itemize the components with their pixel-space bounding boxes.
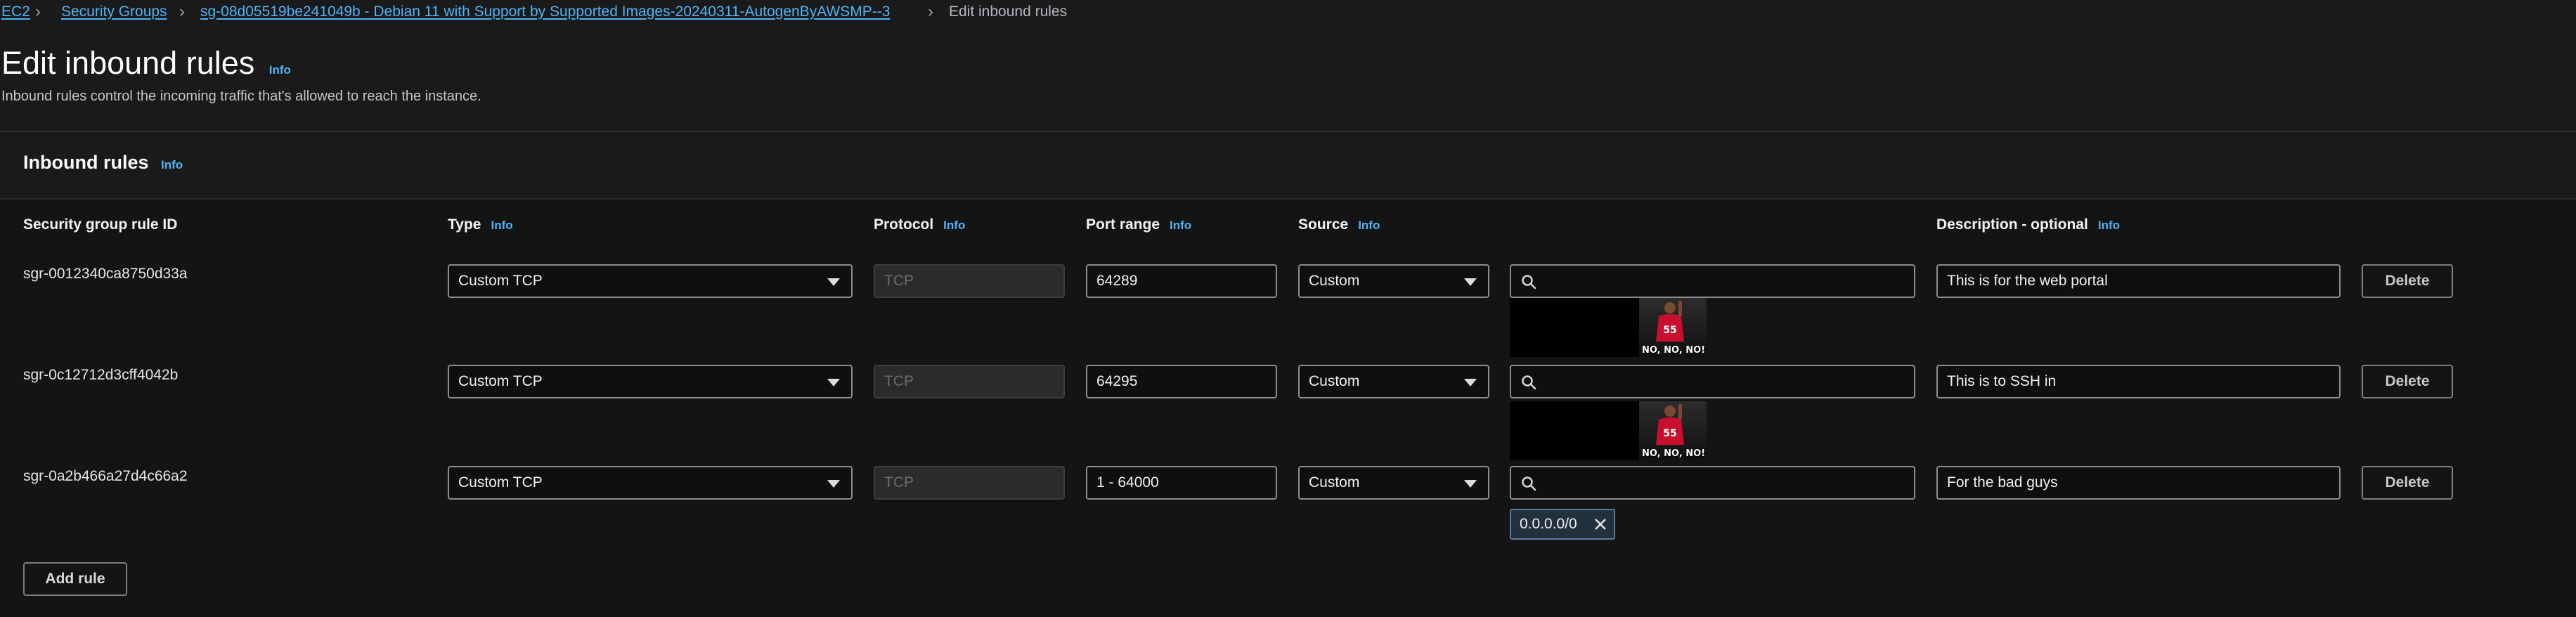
search-icon bbox=[1522, 375, 1536, 390]
col-header-label: Protocol bbox=[874, 216, 934, 233]
close-icon[interactable] bbox=[1593, 517, 1608, 532]
meme-black-area bbox=[1510, 401, 1639, 460]
svg-text:55: 55 bbox=[1663, 325, 1676, 336]
col-header-rule-id: Security group rule ID bbox=[23, 216, 177, 233]
meme-picture: 55 NO, NO, NO!!! bbox=[1639, 298, 1707, 357]
add-rule-button[interactable]: Add rule bbox=[23, 562, 127, 596]
col-header-source: Source Info bbox=[1298, 216, 1380, 233]
port-range-input[interactable]: 1 - 64000 bbox=[1086, 466, 1277, 500]
chevron-right-icon: › bbox=[35, 2, 41, 21]
panel-header: Inbound rules Info bbox=[0, 132, 2576, 200]
rule-id: sgr-0c12712d3cff4042b bbox=[23, 367, 179, 383]
port-range-info-link[interactable]: Info bbox=[1170, 219, 1191, 232]
source-select[interactable]: Custom bbox=[1298, 466, 1489, 500]
caret-down-icon bbox=[1464, 278, 1477, 286]
chevron-right-icon: › bbox=[179, 2, 185, 21]
source-search-input[interactable] bbox=[1510, 264, 1915, 298]
type-select[interactable]: Custom TCP bbox=[448, 466, 853, 500]
caret-down-icon bbox=[827, 480, 840, 488]
delete-rule-button[interactable]: Delete bbox=[2362, 264, 2453, 298]
panel-title: Inbound rules Info bbox=[23, 152, 183, 174]
source-info-link[interactable]: Info bbox=[1358, 219, 1380, 232]
col-header-port-range: Port range Info bbox=[1086, 216, 1191, 233]
page-description: Inbound rules control the incoming traff… bbox=[1, 89, 481, 104]
source-select-value: Custom bbox=[1309, 273, 1360, 289]
source-select-value: Custom bbox=[1309, 474, 1360, 491]
protocol-field: TCP bbox=[874, 466, 1065, 500]
col-header-type: Type Info bbox=[448, 216, 513, 233]
type-info-link[interactable]: Info bbox=[491, 219, 512, 232]
breadcrumb-security-group[interactable]: sg-08d05519be241049b - Debian 11 with Su… bbox=[200, 1, 890, 22]
type-select-value: Custom TCP bbox=[458, 474, 543, 491]
cidr-token-label: 0.0.0.0/0 bbox=[1520, 516, 1577, 532]
panel-info-link[interactable]: Info bbox=[161, 158, 183, 171]
meme-image: 55 NO, NO, NO!!! bbox=[1510, 298, 1707, 357]
caret-down-icon bbox=[827, 278, 840, 286]
col-header-label: Port range bbox=[1086, 216, 1160, 233]
source-select[interactable]: Custom bbox=[1298, 365, 1489, 398]
rule-id: sgr-0a2b466a27d4c66a2 bbox=[23, 468, 188, 484]
search-icon bbox=[1522, 275, 1536, 290]
caret-down-icon bbox=[1464, 379, 1477, 387]
col-header-label: Source bbox=[1298, 216, 1349, 233]
meme-image: 55 NO, NO, NO!!! bbox=[1510, 401, 1707, 460]
source-search-input[interactable] bbox=[1510, 466, 1915, 500]
breadcrumb-ec2[interactable]: EC2 bbox=[1, 1, 30, 22]
protocol-info-link[interactable]: Info bbox=[943, 219, 965, 232]
col-header-label: Description - optional bbox=[1936, 216, 2088, 233]
port-range-input[interactable]: 64295 bbox=[1086, 365, 1277, 398]
description-info-link[interactable]: Info bbox=[2098, 219, 2120, 232]
meme-picture: 55 NO, NO, NO!!! bbox=[1639, 401, 1707, 460]
description-input[interactable]: This is to SSH in bbox=[1936, 365, 2341, 398]
meme-caption: NO, NO, NO!!! bbox=[1642, 345, 1707, 356]
cidr-token: 0.0.0.0/0 bbox=[1510, 509, 1615, 540]
breadcrumb-current: Edit inbound rules bbox=[949, 4, 1068, 20]
protocol-field: TCP bbox=[874, 365, 1065, 398]
rule-id: sgr-0012340ca8750d33a bbox=[23, 266, 188, 282]
port-range-input[interactable]: 64289 bbox=[1086, 264, 1277, 298]
chevron-right-icon: › bbox=[928, 2, 933, 21]
svg-text:55: 55 bbox=[1663, 428, 1676, 439]
source-search-input[interactable] bbox=[1510, 365, 1915, 398]
type-select[interactable]: Custom TCP bbox=[448, 365, 853, 398]
col-header-label: Security group rule ID bbox=[23, 216, 178, 233]
caret-down-icon bbox=[1464, 480, 1477, 488]
caret-down-icon bbox=[827, 379, 840, 387]
delete-rule-button[interactable]: Delete bbox=[2362, 466, 2453, 500]
description-input[interactable]: For the bad guys bbox=[1936, 466, 2341, 500]
col-header-description: Description - optional Info bbox=[1936, 216, 2120, 233]
page-title-text: Edit inbound rules bbox=[1, 45, 255, 81]
panel-title-text: Inbound rules bbox=[23, 152, 149, 173]
meme-black-area bbox=[1510, 298, 1639, 357]
source-select-value: Custom bbox=[1309, 373, 1360, 389]
col-header-label: Type bbox=[448, 216, 481, 233]
protocol-field: TCP bbox=[874, 264, 1065, 298]
source-select[interactable]: Custom bbox=[1298, 264, 1489, 298]
search-icon bbox=[1522, 476, 1536, 491]
description-input[interactable]: This is for the web portal bbox=[1936, 264, 2341, 298]
page-title: Edit inbound rules Info bbox=[1, 44, 291, 90]
col-header-protocol: Protocol Info bbox=[874, 216, 965, 233]
meme-caption: NO, NO, NO!!! bbox=[1642, 448, 1707, 459]
breadcrumb-security-groups[interactable]: Security Groups bbox=[61, 1, 167, 22]
delete-rule-button[interactable]: Delete bbox=[2362, 365, 2453, 398]
type-select-value: Custom TCP bbox=[458, 373, 543, 389]
type-select-value: Custom TCP bbox=[458, 273, 543, 289]
page-info-link[interactable]: Info bbox=[269, 63, 291, 77]
type-select[interactable]: Custom TCP bbox=[448, 264, 853, 298]
